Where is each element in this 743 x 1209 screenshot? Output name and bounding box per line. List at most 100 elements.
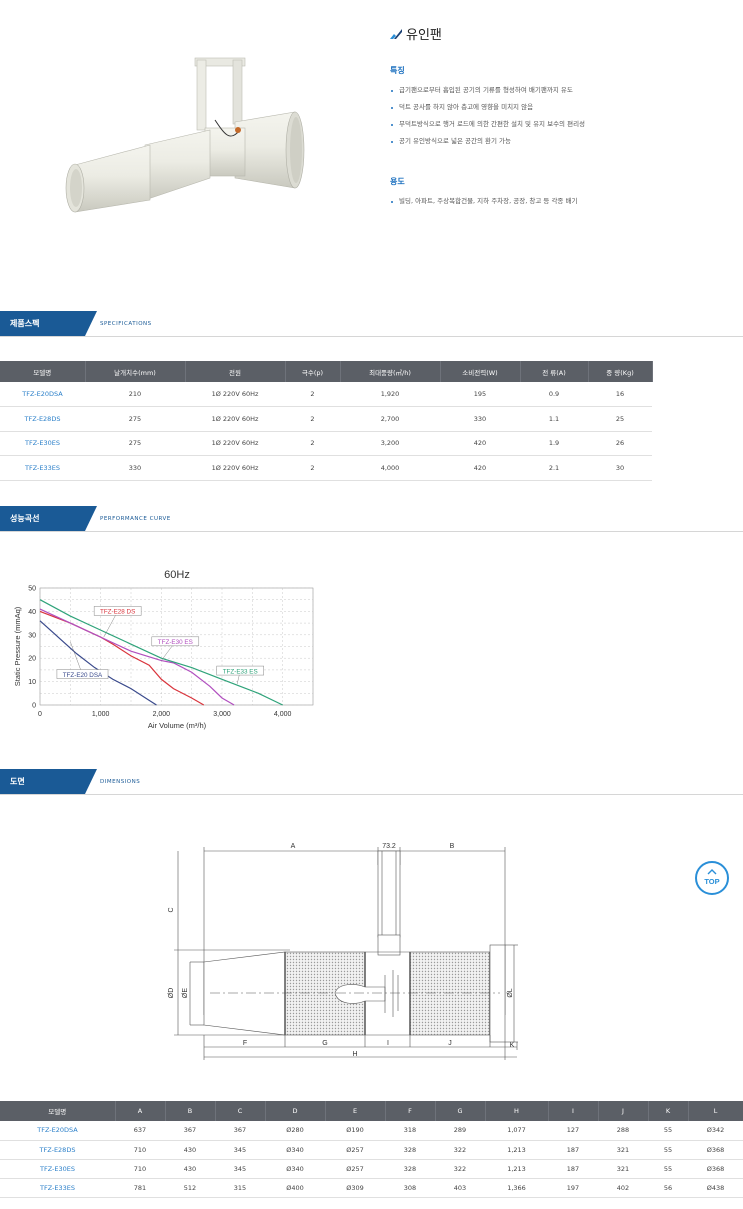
dim-label-l: ØL — [507, 988, 514, 997]
table-cell: 187 — [548, 1140, 598, 1160]
table-cell: 1Ø 220V 60Hz — [185, 431, 285, 456]
table-cell: 321 — [598, 1159, 648, 1179]
table-cell: 3,200 — [340, 431, 440, 456]
model-cell: TFZ-E30ES — [0, 1159, 115, 1179]
column-header: E — [325, 1101, 386, 1121]
x-tick-label: 4,000 — [274, 711, 292, 718]
column-header: 전 류(A) — [520, 361, 589, 382]
table-cell: 330 — [85, 455, 185, 481]
column-header: I — [548, 1101, 599, 1121]
table-cell: Ø190 — [325, 1121, 385, 1141]
table-cell: 367 — [165, 1121, 215, 1141]
column-header: C — [215, 1101, 266, 1121]
table-cell: 26 — [588, 431, 652, 456]
table-cell: 289 — [435, 1121, 485, 1141]
table-cell: 328 — [385, 1159, 435, 1179]
column-header: F — [385, 1101, 436, 1121]
column-header: 전원 — [185, 361, 286, 382]
list-item: 무덕트방식으로 행거 로드에 의한 간편한 설치 및 유지 보수의 편리성 — [390, 116, 730, 133]
x-tick-label: 0 — [38, 711, 42, 718]
table-cell: 512 — [165, 1178, 215, 1198]
product-name: 유인팬 — [406, 28, 442, 43]
table-row: TFZ-E30ES 275 1Ø 220V 60Hz 2 3,200 420 1.9 26 — [0, 431, 652, 456]
product-info: 유인팬 특징 급기팬으로부터 흡입된 공기의 기류를 형성하여 배기팬까지 유도… — [390, 24, 730, 210]
table-row: TFZ-E30ES 710 430 345 Ø340 Ø257 328 322 1,213 187… — [0, 1159, 743, 1179]
dim-label-c: C — [168, 907, 175, 912]
column-header: 중 량(Kg) — [588, 361, 653, 382]
list-item: 덕트 공사를 하지 않아 층고에 영향을 미치지 않음 — [390, 99, 730, 116]
y-tick-label: 40 — [28, 609, 36, 616]
table-cell: 367 — [215, 1121, 265, 1141]
scroll-top-button[interactable]: TOP — [695, 861, 729, 895]
dim-label-e: ØE — [182, 988, 189, 998]
series-label: TFZ-E20 DSA — [63, 672, 103, 679]
column-header: G — [435, 1101, 486, 1121]
model-cell: TFZ-E28DS — [0, 1140, 115, 1160]
table-cell: 210 — [85, 382, 185, 407]
chart-title: 60Hz — [164, 569, 190, 581]
dim-label-g: G — [322, 1040, 327, 1047]
column-header: L — [688, 1101, 743, 1121]
section-tag: 도면 — [0, 769, 97, 794]
series-label: TFZ-E33 ES — [223, 668, 258, 675]
table-cell: 275 — [85, 406, 185, 432]
features-heading: 특징 — [390, 66, 405, 75]
dim-label-d: ØD — [168, 988, 175, 999]
table-cell: 2 — [285, 455, 340, 481]
features-list: 급기팬으로부터 흡입된 공기의 기류를 형성하여 배기팬까지 유도 덕트 공사를… — [390, 82, 730, 150]
series-label: TFZ-E28 DS — [100, 609, 135, 616]
table-cell: Ø340 — [265, 1140, 325, 1160]
table-cell: 318 — [385, 1121, 435, 1141]
table-cell: 187 — [548, 1159, 598, 1179]
column-header: D — [265, 1101, 326, 1121]
table-row: TFZ-E20DSA 637 367 367 Ø280 Ø190 318 289 1,077 12… — [0, 1121, 743, 1141]
table-cell: 430 — [165, 1159, 215, 1179]
y-tick-label: 10 — [28, 679, 36, 686]
table-cell: 322 — [435, 1159, 485, 1179]
table-cell: 402 — [598, 1178, 648, 1198]
y-axis-label: Static Pressure (mmAq) — [13, 606, 22, 686]
table-cell: Ø400 — [265, 1178, 325, 1198]
model-cell: TFZ-E33ES — [0, 455, 85, 481]
table-cell: 127 — [548, 1121, 598, 1141]
table-row: TFZ-E33ES 330 1Ø 220V 60Hz 2 4,000 420 2.1 30 — [0, 455, 652, 481]
table-cell: 345 — [215, 1140, 265, 1160]
x-axis-label: Air Volume (m³/h) — [148, 721, 207, 730]
table-cell: 1,366 — [485, 1178, 548, 1198]
table-cell: 288 — [598, 1121, 648, 1141]
curve-section-header: 성능곡선 PERFORMANCE CURVE — [0, 506, 743, 532]
table-cell: 56 — [648, 1178, 688, 1198]
table-cell: 1,213 — [485, 1140, 548, 1160]
dim-label-f: F — [243, 1040, 247, 1047]
model-cell: TFZ-E30ES — [0, 431, 85, 456]
table-cell: 315 — [215, 1178, 265, 1198]
dim-label-b: B — [450, 843, 455, 850]
table-cell: 2 — [285, 406, 340, 432]
column-header: 최대풍량(㎥/h) — [340, 361, 441, 382]
table-cell: 2 — [285, 382, 340, 407]
table-cell: Ø342 — [688, 1121, 743, 1141]
x-tick-label: 1,000 — [92, 711, 110, 718]
dim-label-73: 73.2 — [382, 843, 396, 850]
table-cell: 1,077 — [485, 1121, 548, 1141]
table-cell: Ø257 — [325, 1159, 385, 1179]
table-cell: 430 — [165, 1140, 215, 1160]
table-row: TFZ-E20DSA 210 1Ø 220V 60Hz 2 1,920 195 0.9 16 — [0, 382, 652, 407]
table-row: TFZ-E28DS 275 1Ø 220V 60Hz 2 2,700 330 1.1 25 — [0, 406, 652, 432]
table-row: TFZ-E33ES 781 512 315 Ø400 Ø309 308 403 1,366 197… — [0, 1178, 743, 1198]
spec-table: 모델명 날개치수(mm) 전원 극수(p) 최대풍량(㎥/h) 소비전력(W) 전 류(A)… — [0, 361, 653, 481]
table-cell: 1,213 — [485, 1159, 548, 1179]
chart-svg: 0 1,000 2,000 3,000 4,000 0 10 20 30 40 50 60Hz Air … — [13, 569, 314, 730]
table-cell: 710 — [115, 1140, 165, 1160]
dim-label-i: I — [387, 1040, 389, 1047]
table-cell: 328 — [385, 1140, 435, 1160]
column-header: 소비전력(W) — [440, 361, 521, 382]
column-header: H — [485, 1101, 549, 1121]
y-tick-label: 30 — [28, 632, 36, 639]
chevron-up-icon — [707, 869, 717, 875]
usage-list: 빌딩, 아파트, 주상복합건물, 지하 주차장, 공장, 창고 등 각종 배기 — [390, 193, 730, 210]
table-cell: 330 — [440, 406, 520, 432]
table-cell: Ø257 — [325, 1140, 385, 1160]
table-cell: 55 — [648, 1159, 688, 1179]
table-cell: Ø309 — [325, 1178, 385, 1198]
